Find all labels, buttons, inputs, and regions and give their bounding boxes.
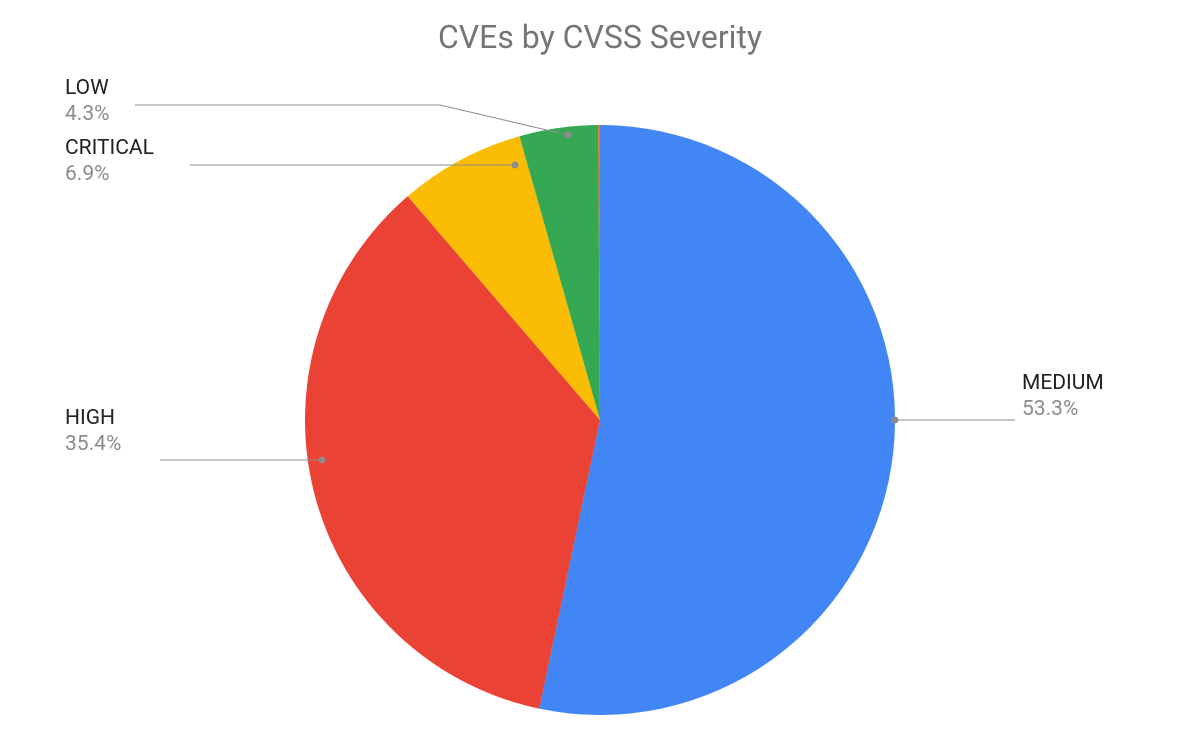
slice-label-pct: 4.3% (65, 101, 110, 127)
slice-label-medium: MEDIUM53.3% (1022, 370, 1104, 423)
slice-label-pct: 53.3% (1022, 396, 1104, 422)
slice-label-name: HIGH (65, 405, 121, 431)
slice-label-critical: CRITICAL6.9% (65, 135, 154, 188)
slice-label-low: LOW4.3% (65, 75, 110, 128)
slice-label-pct: 35.4% (65, 431, 121, 457)
slice-label-pct: 6.9% (65, 161, 154, 187)
slice-label-high: HIGH35.4% (65, 405, 121, 458)
slice-label-name: MEDIUM (1022, 370, 1104, 396)
pie-chart (0, 0, 1200, 742)
slice-label-name: LOW (65, 75, 110, 101)
slice-label-name: CRITICAL (65, 135, 154, 161)
